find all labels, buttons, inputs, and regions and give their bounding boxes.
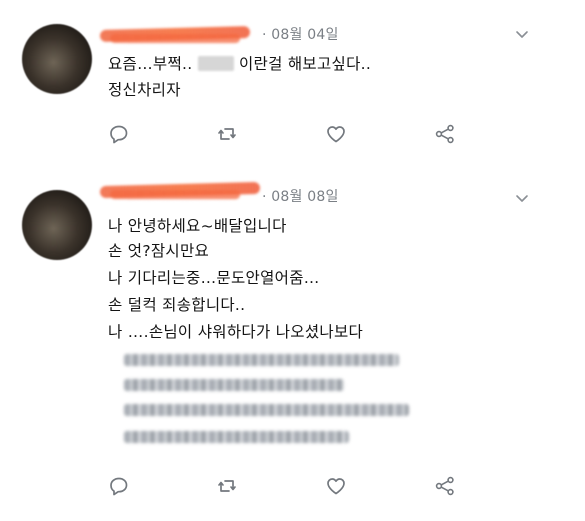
reply-icon[interactable] — [108, 475, 130, 497]
tweet-date[interactable]: · 08월 08일 — [262, 186, 339, 206]
tweet-card[interactable]: · 08월 08일 나 안녕하세요~배달입니다 손 엇?잠시만요 나 기다리는중… — [0, 172, 585, 521]
tweet-date[interactable]: · 08월 04일 — [262, 24, 339, 44]
tweet-text-line: 나 안녕하세요~배달입니다 — [108, 217, 287, 235]
retweet-icon[interactable] — [216, 475, 238, 497]
like-icon[interactable] — [325, 475, 347, 497]
avatar[interactable] — [22, 24, 92, 94]
tweet-actions — [108, 475, 468, 499]
share-icon[interactable] — [434, 475, 456, 497]
retweet-icon[interactable] — [216, 123, 238, 145]
avatar[interactable] — [22, 190, 92, 260]
blurred-text-line — [124, 431, 349, 443]
blurred-text-line — [124, 354, 399, 366]
censored-word — [197, 56, 234, 71]
tweet-text-line: 정신차리자 — [108, 81, 181, 99]
tweet-text-line: 나 기다리는중…문도안열어줌… — [108, 269, 320, 287]
tweet-text-segment: 요즘…부쩍.. — [108, 55, 193, 73]
tweet-text-line: 나 ….손님이 샤워하다가 나오셨나보다 — [108, 323, 364, 341]
redacted-username — [99, 181, 261, 199]
tweet-text-line: 손 엇?잠시만요 — [108, 242, 210, 260]
blurred-text-line — [124, 404, 409, 416]
chevron-down-icon[interactable] — [514, 26, 530, 42]
chevron-down-icon[interactable] — [514, 190, 530, 206]
reply-icon[interactable] — [108, 123, 130, 145]
share-icon[interactable] — [434, 123, 456, 145]
tweet-actions — [108, 123, 468, 147]
redacted-username — [99, 26, 251, 42]
tweet-text-segment: 이란걸 해보고싶다.. — [238, 55, 372, 73]
tweet-text-line: 요즘…부쩍.. 이란걸 해보고싶다.. — [108, 52, 371, 74]
blurred-text-line — [124, 379, 344, 391]
tweet-text-line: 손 덜컥 죄송합니다.. — [108, 296, 246, 314]
tweet-card[interactable]: · 08월 04일 요즘…부쩍.. 이란걸 해보고싶다.. 정신차리자 — [0, 0, 585, 168]
like-icon[interactable] — [325, 123, 347, 145]
